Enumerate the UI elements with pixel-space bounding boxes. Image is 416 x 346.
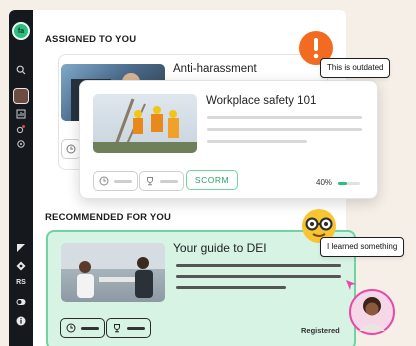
app-logo[interactable]: fa <box>12 22 30 40</box>
course-thumbnail <box>61 243 165 302</box>
assigned-section-title: ASSIGNED TO YOU <box>45 34 137 45</box>
recommended-section-title: RECOMMENDED FOR YOU <box>45 212 172 223</box>
registered-status: Registered <box>301 326 340 335</box>
search-icon[interactable] <box>15 65 27 77</box>
certificate-pill <box>106 318 151 338</box>
clock-icon <box>66 323 76 333</box>
clock-icon <box>66 144 76 154</box>
scorm-tag: SCORM <box>186 170 238 190</box>
duration-pill <box>61 139 81 159</box>
course-title: Anti-harassment <box>173 63 257 75</box>
description-line <box>176 286 286 289</box>
user-avatar[interactable] <box>13 88 29 104</box>
outdated-tooltip: This is outdated <box>320 58 391 78</box>
learned-tooltip: I learned something <box>320 237 405 257</box>
sidebar: fa RS <box>9 10 33 346</box>
description-line <box>176 275 341 278</box>
certificate-pill <box>139 171 184 191</box>
course-thumbnail <box>93 94 197 153</box>
course-card-dei[interactable]: Your guide to DEI Registered <box>46 230 356 346</box>
description-line <box>207 116 362 119</box>
progress-label: 40% <box>316 178 333 187</box>
chart-icon[interactable] <box>15 109 27 121</box>
progress-bar <box>338 182 360 185</box>
course-title: Your guide to DEI <box>173 241 267 255</box>
half-square-icon[interactable] <box>15 243 27 255</box>
trophy-icon <box>114 324 120 333</box>
progress-fill <box>338 182 347 185</box>
toggle-icon[interactable] <box>15 297 27 309</box>
duration-pill <box>93 171 138 191</box>
clock-icon <box>99 176 109 186</box>
diamond-icon[interactable] <box>15 261 27 273</box>
circle-icon[interactable] <box>15 139 27 151</box>
bell-icon[interactable] <box>15 124 27 136</box>
course-title: Workplace safety 101 <box>206 95 317 107</box>
description-line <box>207 140 307 143</box>
description-line <box>207 128 362 131</box>
course-card-workplace-safety[interactable]: Workplace safety 101 SCORM 40% <box>79 80 378 199</box>
trophy-icon <box>147 177 153 186</box>
duration-pill <box>60 318 105 338</box>
description-line <box>176 264 341 267</box>
info-icon[interactable] <box>15 316 27 328</box>
sidebar-initials[interactable]: RS <box>13 277 29 289</box>
user-avatar[interactable] <box>349 289 395 335</box>
